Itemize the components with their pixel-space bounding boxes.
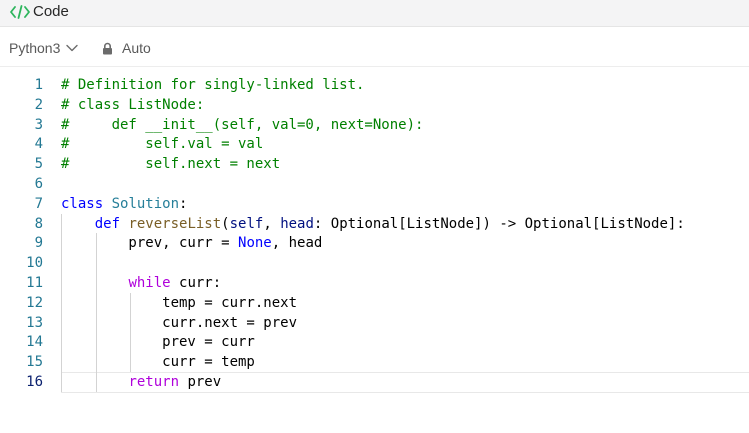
editor-toolbar: Python3 Auto <box>0 27 749 67</box>
code-token: : Optional[ListNode]) -> Optional[ListNo… <box>313 215 685 232</box>
code-text: # class ListNode: <box>61 95 204 115</box>
code-token: return <box>128 374 180 390</box>
code-text: prev, curr = None, head <box>61 233 322 253</box>
code-text: prev = curr <box>61 332 255 352</box>
code-text: class Solution: <box>61 194 187 214</box>
code-token: # self.next = next <box>61 156 281 173</box>
code-line[interactable]: 8 def reverseList(self, head: Optional[L… <box>0 214 749 234</box>
code-editor[interactable]: 1 # Definition for singly-linked list. 2 # … <box>0 75 749 395</box>
chevron-down-icon <box>66 44 79 52</box>
code-token: # self.val = val <box>61 136 264 153</box>
code-token: def <box>94 215 121 232</box>
code-token: : <box>179 195 188 212</box>
code-line[interactable]: 14 prev = curr <box>0 332 749 352</box>
code-line[interactable]: 16 return prev <box>0 372 749 393</box>
line-number: 4 <box>34 136 43 153</box>
code-token: # Definition for singly-linked list. <box>61 77 365 93</box>
code-line[interactable]: 12 temp = curr.next <box>0 293 749 313</box>
code-token: class <box>61 195 104 212</box>
code-line[interactable]: 2 # class ListNode: <box>0 95 749 115</box>
code-line[interactable]: 10 <box>0 253 749 273</box>
code-token: temp = curr.next <box>61 294 298 311</box>
code-token: head <box>280 215 314 232</box>
code-line[interactable]: 1 # Definition for singly-linked list. <box>0 75 749 95</box>
code-token: , <box>263 215 281 232</box>
code-token: curr = temp <box>61 354 255 371</box>
code-text: # self.val = val <box>61 134 263 154</box>
code-text: curr.next = prev <box>61 313 297 333</box>
code-text: # Definition for singly-linked list. <box>61 75 364 95</box>
line-number: 14 <box>26 334 43 351</box>
code-line[interactable]: 11 while curr: <box>0 273 749 293</box>
line-number: 6 <box>34 176 43 192</box>
code-line[interactable]: 5 # self.next = next <box>0 154 749 174</box>
lock-icon <box>103 42 112 54</box>
line-number: 5 <box>34 156 43 173</box>
code-token: curr.next = prev <box>61 314 298 331</box>
code-text: # def __init__(self, val=0, next=None): <box>61 115 423 135</box>
line-number: 8 <box>34 215 43 232</box>
code-token: None <box>238 235 272 252</box>
code-token: curr: <box>170 275 222 291</box>
code-line[interactable]: 4 # self.val = val <box>0 134 749 154</box>
panel-header: Code <box>0 0 749 27</box>
line-number: 7 <box>34 195 43 212</box>
code-token: prev = curr <box>61 334 255 351</box>
code-token: ( <box>221 215 230 232</box>
language-select[interactable]: Python3 <box>9 39 79 57</box>
code-token: prev, curr = <box>61 235 239 252</box>
line-number: 10 <box>26 255 43 272</box>
code-line[interactable]: 15 curr = temp <box>0 352 749 372</box>
language-label: Python3 <box>9 40 61 56</box>
code-text: def reverseList(self, head: Optional[Lis… <box>61 214 685 234</box>
line-number: 11 <box>26 275 43 291</box>
code-token: , head <box>271 235 323 252</box>
line-number: 13 <box>26 314 43 331</box>
code-token: # class ListNode: <box>61 96 205 113</box>
code-text: curr = temp <box>61 352 255 372</box>
line-number: 16 <box>26 374 43 390</box>
code-token: self <box>229 215 264 232</box>
auto-mode-indicator[interactable]: Auto <box>102 39 151 57</box>
line-number: 9 <box>34 235 43 252</box>
code-token: Solution <box>111 195 180 212</box>
code-text: while curr: <box>61 273 221 293</box>
code-text: return prev <box>61 372 221 392</box>
line-number: 1 <box>34 77 43 93</box>
code-token: reverseList <box>128 215 222 232</box>
code-line[interactable]: 3 # def __init__(self, val=0, next=None): <box>0 115 749 135</box>
code-brackets-icon <box>10 5 30 19</box>
panel-title: Code <box>33 3 69 20</box>
code-token: while <box>128 275 171 291</box>
code-line[interactable]: 6 <box>0 174 749 194</box>
line-number: 2 <box>34 96 43 113</box>
code-token: # def __init__(self, val=0, next=None): <box>61 116 424 133</box>
code-text: # self.next = next <box>61 154 280 174</box>
line-number: 15 <box>26 354 43 371</box>
code-text: temp = curr.next <box>61 293 297 313</box>
code-line[interactable]: 7 class Solution: <box>0 194 749 214</box>
line-number: 12 <box>26 294 43 311</box>
code-token: prev <box>179 374 222 390</box>
code-line[interactable]: 13 curr.next = prev <box>0 313 749 333</box>
auto-mode-label: Auto <box>122 40 151 56</box>
code-line[interactable]: 9 prev, curr = None, head <box>0 233 749 253</box>
line-number: 3 <box>34 116 43 133</box>
